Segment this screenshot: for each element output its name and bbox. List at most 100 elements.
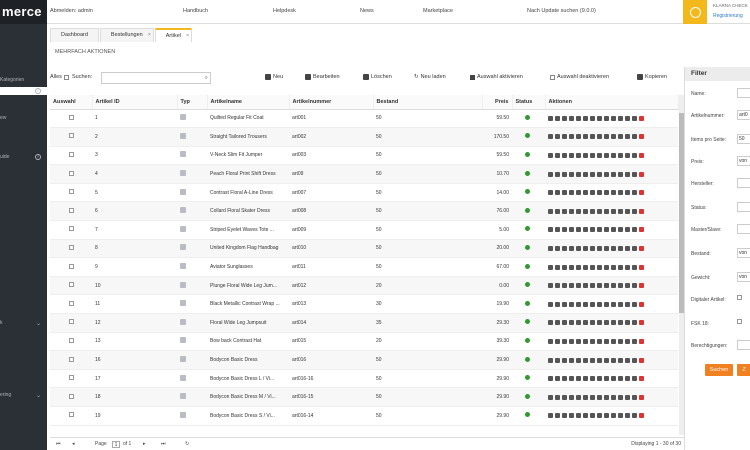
action-icon[interactable]	[562, 245, 567, 251]
cell-name[interactable]: Aviator Sunglasses	[207, 257, 289, 277]
chevron-down-icon[interactable]: ⌄	[36, 392, 41, 398]
status-active-icon[interactable]	[525, 412, 530, 418]
cell-name[interactable]: V-Neck Slim Fit Jumper	[207, 146, 289, 166]
action-icon[interactable]	[569, 357, 574, 363]
action-icon[interactable]	[590, 208, 595, 214]
status-active-icon[interactable]	[525, 189, 530, 195]
cell-name[interactable]: Bodycon Basic Dress S / Vi...	[207, 406, 289, 426]
action-icon[interactable]	[618, 190, 623, 196]
row-select[interactable]	[50, 127, 92, 147]
action-icon[interactable]	[583, 115, 588, 121]
action-icon[interactable]	[590, 376, 595, 382]
cell-name[interactable]: Contrast Floral A-Line Dress	[207, 183, 289, 203]
action-icon[interactable]	[548, 245, 553, 251]
col-auswahl[interactable]: Auswahl	[50, 95, 93, 110]
action-icon[interactable]	[576, 338, 581, 344]
action-icon[interactable]	[632, 227, 637, 233]
delete-button[interactable]: Löschen	[363, 74, 392, 80]
copy-button[interactable]: Kopieren	[637, 74, 667, 80]
row-checkbox[interactable]	[69, 393, 74, 399]
row-select[interactable]	[50, 239, 92, 259]
action-icon[interactable]	[618, 301, 623, 307]
action-icon[interactable]	[548, 320, 553, 326]
first-page-button[interactable]: ⏮	[56, 441, 61, 447]
action-icon[interactable]	[576, 152, 581, 158]
cell-status[interactable]	[512, 127, 545, 147]
select-all[interactable]: Alles	[50, 74, 69, 80]
action-icon[interactable]	[569, 227, 574, 233]
table-row[interactable]: 5 Contrast Floral A-Line Dress art007 50 14.…	[50, 183, 678, 203]
action-icon[interactable]	[611, 208, 616, 214]
action-icon[interactable]	[562, 357, 567, 363]
page-input[interactable]: 1	[112, 441, 120, 448]
cell-name[interactable]: United Kingdom Flag Handbag	[207, 239, 289, 259]
action-icon[interactable]	[555, 283, 560, 289]
action-icon[interactable]	[555, 227, 560, 233]
cell-status[interactable]	[512, 146, 545, 166]
action-icon[interactable]	[555, 171, 560, 177]
action-icon[interactable]	[590, 264, 595, 270]
table-row[interactable]: 13 Bow back Contrast Hat art015 20 39.30	[50, 332, 678, 352]
col-status[interactable]: Status	[512, 95, 546, 110]
filter-digital-checkbox[interactable]	[737, 295, 742, 300]
table-row[interactable]: 9 Aviator Sunglasses art011 50 67.00	[50, 257, 678, 277]
status-active-icon[interactable]	[525, 226, 530, 232]
status-active-icon[interactable]	[525, 151, 530, 157]
action-icon[interactable]	[597, 357, 602, 363]
action-icon[interactable]	[632, 357, 637, 363]
cell-name[interactable]: Bow back Contrast Hat	[207, 332, 289, 352]
action-icon[interactable]	[583, 245, 588, 251]
action-icon[interactable]	[632, 301, 637, 307]
action-icon[interactable]	[625, 320, 630, 326]
row-checkbox[interactable]	[69, 300, 74, 306]
sidebar-item-uide[interactable]: uide?	[0, 154, 47, 160]
action-icon[interactable]	[555, 357, 560, 363]
cell-status[interactable]	[512, 369, 545, 389]
row-checkbox[interactable]	[69, 114, 74, 120]
new-button[interactable]: Neu	[265, 74, 283, 80]
action-icon[interactable]	[555, 413, 560, 419]
action-icon[interactable]	[611, 376, 616, 382]
action-icon[interactable]	[604, 208, 609, 214]
cell-name[interactable]: Quilted Regular Fit Coat	[207, 109, 289, 129]
row-select[interactable]	[50, 406, 92, 426]
action-icon[interactable]	[611, 320, 616, 326]
action-icon[interactable]	[583, 171, 588, 177]
action-icon[interactable]	[583, 134, 588, 140]
action-icon[interactable]	[548, 227, 553, 233]
help-icon[interactable]: ?	[35, 88, 41, 94]
select-all-checkbox[interactable]	[63, 74, 69, 80]
action-icon[interactable]	[590, 301, 595, 307]
action-icon[interactable]	[604, 134, 609, 140]
cell-status[interactable]	[512, 332, 545, 352]
delete-icon[interactable]	[639, 227, 644, 233]
action-icon[interactable]	[604, 115, 609, 121]
status-active-icon[interactable]	[525, 244, 530, 250]
action-icon[interactable]	[583, 394, 588, 400]
table-row[interactable]: 4 Peach Floral Print Shift Dress art09 50 10…	[50, 164, 678, 184]
helpdesk-link[interactable]: Helpdesk	[273, 8, 296, 14]
row-checkbox[interactable]	[69, 133, 74, 139]
action-icon[interactable]	[576, 283, 581, 289]
action-icon[interactable]	[548, 152, 553, 158]
action-icon[interactable]	[604, 413, 609, 419]
action-icon[interactable]	[625, 264, 630, 270]
action-icon[interactable]	[618, 115, 623, 121]
action-icon[interactable]	[597, 208, 602, 214]
cell-status[interactable]	[512, 239, 545, 259]
action-icon[interactable]	[632, 320, 637, 326]
row-select[interactable]	[50, 220, 92, 240]
action-icon[interactable]	[604, 320, 609, 326]
table-row[interactable]: 11 Black Metallic Contrast Wrap ... art013…	[50, 294, 678, 315]
action-icon[interactable]	[583, 227, 588, 233]
action-icon[interactable]	[632, 338, 637, 344]
action-icon[interactable]	[562, 264, 567, 270]
action-icon[interactable]	[548, 357, 553, 363]
status-active-icon[interactable]	[525, 207, 530, 213]
cell-status[interactable]	[512, 276, 545, 296]
action-icon[interactable]	[597, 413, 602, 419]
tab-artikel[interactable]: Artikel ×	[154, 28, 193, 42]
action-icon[interactable]	[548, 171, 553, 177]
action-icon[interactable]	[562, 394, 567, 400]
status-active-icon[interactable]	[525, 300, 530, 306]
